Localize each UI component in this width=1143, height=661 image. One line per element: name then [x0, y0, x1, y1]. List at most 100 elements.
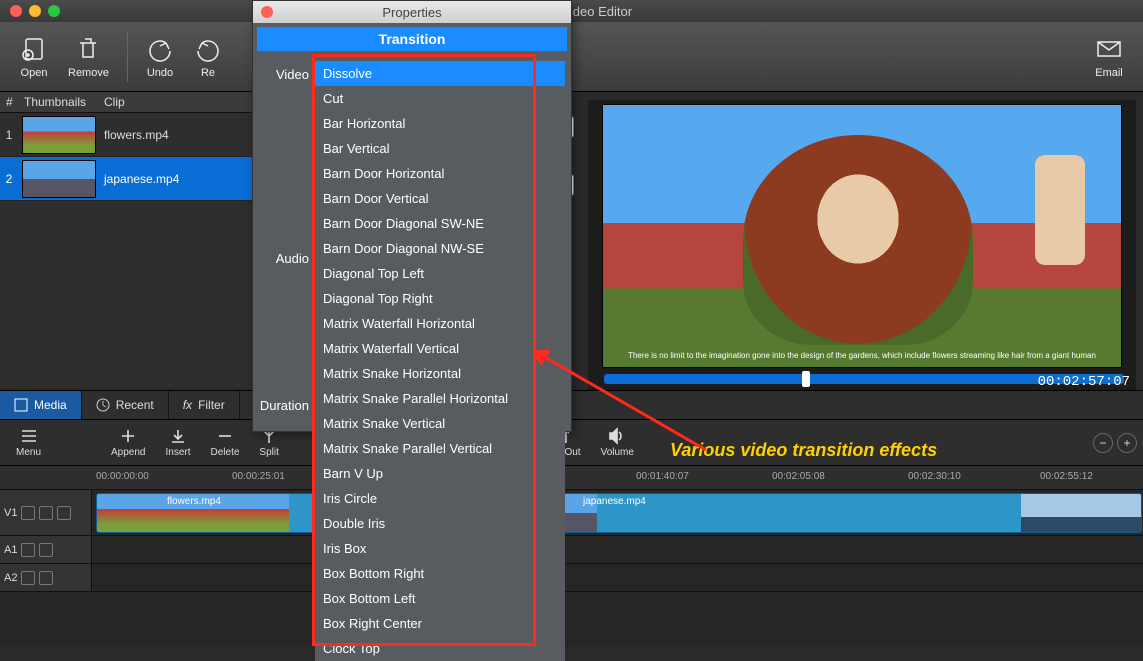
transition-option[interactable]: Double Iris	[315, 511, 565, 536]
duration-label: Duration	[259, 392, 315, 413]
plus-icon	[119, 427, 137, 445]
transition-option[interactable]: Box Right Center	[315, 611, 565, 636]
audio-track-a1[interactable]: A1	[0, 536, 1143, 564]
transition-option[interactable]: Iris Circle	[315, 486, 565, 511]
email-button[interactable]: Email	[1085, 31, 1133, 83]
film-icon	[14, 398, 28, 412]
eye-icon[interactable]	[39, 506, 53, 520]
delete-button[interactable]: Delete	[201, 425, 250, 460]
transition-option[interactable]: Barn Door Diagonal SW-NE	[315, 211, 565, 236]
track-label: V1	[4, 507, 17, 519]
zoom-out-button[interactable]: −	[1093, 433, 1113, 453]
minimize-window-button[interactable]	[29, 5, 41, 17]
document-plus-icon	[20, 35, 48, 63]
transition-option[interactable]: Box Bottom Right	[315, 561, 565, 586]
audio-track-a2[interactable]: A2	[0, 564, 1143, 592]
col-thumb: Thumbnails	[18, 92, 98, 112]
preview-panel: There is no limit to the imagination gon…	[588, 100, 1136, 420]
envelope-icon	[1095, 35, 1123, 63]
transition-option[interactable]: Diagonal Top Right	[315, 286, 565, 311]
lock-icon[interactable]	[39, 571, 53, 585]
transition-option[interactable]: Clock Top	[315, 636, 565, 661]
transition-option[interactable]: Matrix Snake Vertical	[315, 411, 565, 436]
transition-option[interactable]: Bar Horizontal	[315, 111, 565, 136]
thumb-name: flowers.mp4	[100, 128, 252, 142]
preview-image-content	[743, 135, 973, 345]
mute-icon[interactable]	[21, 571, 35, 585]
transition-list[interactable]: DissolveCutBar HorizontalBar VerticalBar…	[315, 61, 565, 661]
append-button[interactable]: Append	[101, 425, 155, 460]
track-label: A1	[4, 544, 17, 556]
transition-option[interactable]: Matrix Snake Horizontal	[315, 361, 565, 386]
zoom-in-button[interactable]: +	[1117, 433, 1137, 453]
open-label: Open	[21, 67, 48, 79]
duration-timecode: 00:02:57:07	[1038, 374, 1130, 390]
ruler-tick: 00:01:40:07	[636, 471, 689, 482]
transition-heading: Transition	[257, 27, 567, 51]
transition-option[interactable]: Barn Door Horizontal	[315, 161, 565, 186]
track-label: A2	[4, 572, 17, 584]
transition-option[interactable]: Cut	[315, 86, 565, 111]
insert-button[interactable]: Insert	[156, 425, 201, 460]
open-button[interactable]: Open	[10, 31, 58, 83]
audio-label: Audio	[259, 245, 315, 266]
tab-recent[interactable]: Recent	[82, 391, 169, 419]
mute-icon[interactable]	[21, 506, 35, 520]
thumbnail-row[interactable]: 2 japanese.mp4	[0, 157, 252, 201]
zoom-controls: − +	[1093, 433, 1137, 453]
video-label: Video	[259, 61, 315, 82]
thumbnail-row[interactable]: 1 flowers.mp4	[0, 113, 252, 157]
speaker-icon	[608, 427, 626, 445]
tab-filter[interactable]: fx Filter	[169, 391, 240, 419]
toolbar-separator	[127, 32, 128, 82]
transition-option[interactable]: Diagonal Top Left	[315, 261, 565, 286]
transition-option[interactable]: Box Bottom Left	[315, 586, 565, 611]
transition-option[interactable]: Matrix Snake Parallel Vertical	[315, 436, 565, 461]
transition-option[interactable]: Barn V Up	[315, 461, 565, 486]
track-header-a2[interactable]: A2	[0, 564, 92, 591]
ruler-tick: 00:00:00:00	[96, 471, 149, 482]
transition-option[interactable]: Iris Box	[315, 536, 565, 561]
thumb-name: japanese.mp4	[100, 172, 252, 186]
tab-media-label: Media	[34, 398, 67, 412]
video-track-v1[interactable]: V1 flowers.mp4 japanese.mp4	[0, 490, 1143, 536]
close-window-button[interactable]	[10, 5, 22, 17]
transition-option[interactable]: Matrix Waterfall Vertical	[315, 336, 565, 361]
transition-option[interactable]: Barn Door Diagonal NW-SE	[315, 236, 565, 261]
volume-label: Volume	[601, 447, 634, 458]
tab-media[interactable]: Media	[0, 391, 82, 419]
close-properties-button[interactable]	[261, 6, 273, 18]
video-preview[interactable]: There is no limit to the imagination gon…	[602, 104, 1122, 368]
col-num: #	[0, 92, 18, 112]
timeline-ruler[interactable]: 00:00:00:00 00:00:25:01 -:05 00:01:40:07…	[0, 466, 1143, 490]
lock-icon[interactable]	[57, 506, 71, 520]
track-header-a1[interactable]: A1	[0, 536, 92, 563]
menu-button[interactable]: Menu	[6, 425, 51, 460]
timeline-clip[interactable]: japanese.mp4	[532, 493, 1142, 533]
col-clip: Clip	[98, 92, 252, 112]
transition-option[interactable]: Barn Door Vertical	[315, 186, 565, 211]
thumbnail-panel: # Thumbnails Clip 1 flowers.mp4 2 japane…	[0, 92, 252, 388]
thumb-idx: 1	[0, 128, 18, 142]
undo-button[interactable]: Undo	[136, 31, 184, 83]
track-header-v1[interactable]: V1	[0, 490, 92, 535]
transition-option[interactable]: Bar Vertical	[315, 136, 565, 161]
mute-icon[interactable]	[21, 543, 35, 557]
lock-icon[interactable]	[39, 543, 53, 557]
transition-option[interactable]: Matrix Snake Parallel Horizontal	[315, 386, 565, 411]
properties-titlebar[interactable]: Properties	[253, 1, 571, 23]
transition-option[interactable]: Dissolve	[315, 61, 565, 86]
redo-button[interactable]: Re	[184, 31, 232, 83]
transition-option[interactable]: Matrix Waterfall Horizontal	[315, 311, 565, 336]
clip-label: japanese.mp4	[583, 496, 646, 507]
video-caption: There is no limit to the imagination gon…	[603, 348, 1121, 363]
fx-icon: fx	[183, 398, 192, 412]
video-transition-dropdown[interactable]: DissolveCutBar HorizontalBar VerticalBar…	[315, 61, 565, 661]
maximize-window-button[interactable]	[48, 5, 60, 17]
remove-button[interactable]: Remove	[58, 31, 119, 83]
volume-button[interactable]: Volume	[591, 425, 644, 460]
scrub-playhead[interactable]	[802, 371, 810, 387]
append-label: Append	[111, 447, 145, 458]
menu-label: Menu	[16, 447, 41, 458]
email-label: Email	[1095, 67, 1123, 79]
